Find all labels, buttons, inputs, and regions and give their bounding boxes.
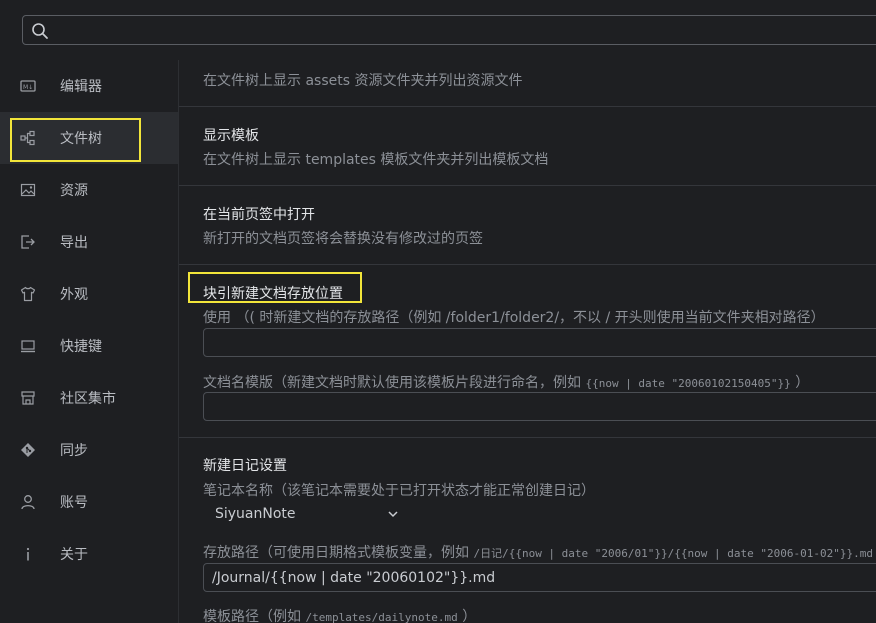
filetree-icon: [20, 130, 36, 146]
svg-text:M↓: M↓: [23, 84, 33, 91]
keyboard-icon: [20, 338, 36, 354]
store-icon: [20, 390, 36, 406]
block-ref-new-doc-title: 块引新建文档存放位置: [203, 286, 343, 302]
daily-note-notebook-desc: 笔记本名称（该笔记本需要处于已打开状态才能正常创建日记）: [203, 483, 595, 499]
notebook-select[interactable]: SiyuanNote: [203, 501, 398, 527]
template-path-desc: 模板路径（例如 /templates/dailynote.md ）: [203, 606, 476, 623]
info-icon: [20, 546, 36, 562]
divider: [179, 264, 876, 265]
daily-note-title: 新建日记设置: [203, 458, 287, 474]
divider: [179, 437, 876, 438]
sidebar-item-label: 导出: [60, 235, 88, 251]
sidebar-item-label: 快捷键: [60, 339, 102, 355]
sidebar-item-label: 社区集市: [60, 391, 116, 407]
sidebar-item-filetree[interactable]: 文件树: [0, 112, 178, 164]
sidebar-item-keymap[interactable]: 快捷键: [0, 320, 178, 372]
settings-panel: 在文件树上显示 assets 资源文件夹并列出资源文件 显示模板 在文件树上显示…: [179, 60, 876, 623]
sidebar-item-export[interactable]: 导出: [0, 216, 178, 268]
sidebar-item-label: 资源: [60, 183, 88, 199]
search-bar[interactable]: [22, 15, 876, 45]
open-current-tab-title: 在当前页签中打开: [203, 207, 315, 223]
sidebar-item-appearance[interactable]: 外观: [0, 268, 178, 320]
name-template-input[interactable]: [204, 393, 876, 420]
name-template-desc-prefix: 文档名模版（新建文档时默认使用该模板片段进行命名，例如: [203, 375, 581, 391]
image-icon: [20, 182, 36, 198]
templates-title: 显示模板: [203, 128, 259, 144]
save-path-desc-prefix: 存放路径（可使用日期格式模板变量，例如: [203, 545, 469, 561]
user-icon: [20, 494, 36, 510]
template-path-desc-prefix: 模板路径（例如: [203, 609, 301, 623]
sidebar-item-label: 同步: [60, 443, 88, 459]
sidebar-item-label: 外观: [60, 287, 88, 303]
new-doc-path-field[interactable]: [203, 328, 876, 357]
sidebar-item-sync[interactable]: 同步: [0, 424, 178, 476]
save-path-example: /日记/{{now | date "2006/01"}}/{{now | dat…: [473, 547, 873, 560]
open-current-tab-desc: 新打开的文档页签将会替换没有修改过的页签: [203, 231, 483, 247]
sidebar-item-assets[interactable]: 资源: [0, 164, 178, 216]
notebook-select-value: SiyuanNote: [215, 506, 296, 522]
sidebar-item-label: 编辑器: [60, 79, 102, 95]
template-path-example: /templates/dailynote.md: [305, 611, 458, 623]
block-ref-new-doc-desc: 使用 （( 时新建文档的存放路径（例如 /folder1/folder2/，不以…: [203, 310, 825, 326]
name-template-desc-suffix: ）: [795, 375, 810, 391]
sidebar-item-account[interactable]: 账号: [0, 476, 178, 528]
search-input[interactable]: [57, 18, 876, 44]
git-icon: [20, 442, 36, 458]
sidebar-item-bazaar[interactable]: 社区集市: [0, 372, 178, 424]
chevron-down-icon: [388, 511, 398, 518]
divider: [179, 185, 876, 186]
sidebar-item-editor[interactable]: M↓ 编辑器: [0, 60, 178, 112]
export-icon: [20, 234, 36, 250]
template-path-desc-suffix: ）: [462, 609, 477, 623]
new-doc-path-input[interactable]: [204, 329, 876, 356]
shirt-icon: [20, 286, 36, 302]
assets-desc: 在文件树上显示 assets 资源文件夹并列出资源文件: [203, 73, 523, 89]
editor-icon: M↓: [20, 78, 36, 94]
divider: [179, 106, 876, 107]
sidebar-item-label: 账号: [60, 495, 88, 511]
settings-sidebar: M↓ 编辑器 文件树 资源 导出 外观 快捷键 社区集市 同步 账号 关于: [0, 60, 178, 623]
sidebar-item-about[interactable]: 关于: [0, 528, 178, 580]
name-template-desc: 文档名模版（新建文档时默认使用该模板片段进行命名，例如 {{now | date…: [203, 372, 809, 392]
save-path-input[interactable]: [204, 564, 876, 591]
templates-desc: 在文件树上显示 templates 模板文件夹并列出模板文档: [203, 152, 549, 168]
save-path-desc: 存放路径（可使用日期格式模板变量，例如 /日记/{{now | date "20…: [203, 542, 873, 562]
search-icon: [32, 23, 48, 39]
name-template-example: {{now | date "20060102150405"}}: [585, 377, 791, 390]
name-template-field[interactable]: [203, 392, 876, 421]
save-path-field[interactable]: [203, 563, 876, 592]
sidebar-item-label: 关于: [60, 547, 88, 563]
sidebar-item-label: 文件树: [60, 131, 102, 147]
